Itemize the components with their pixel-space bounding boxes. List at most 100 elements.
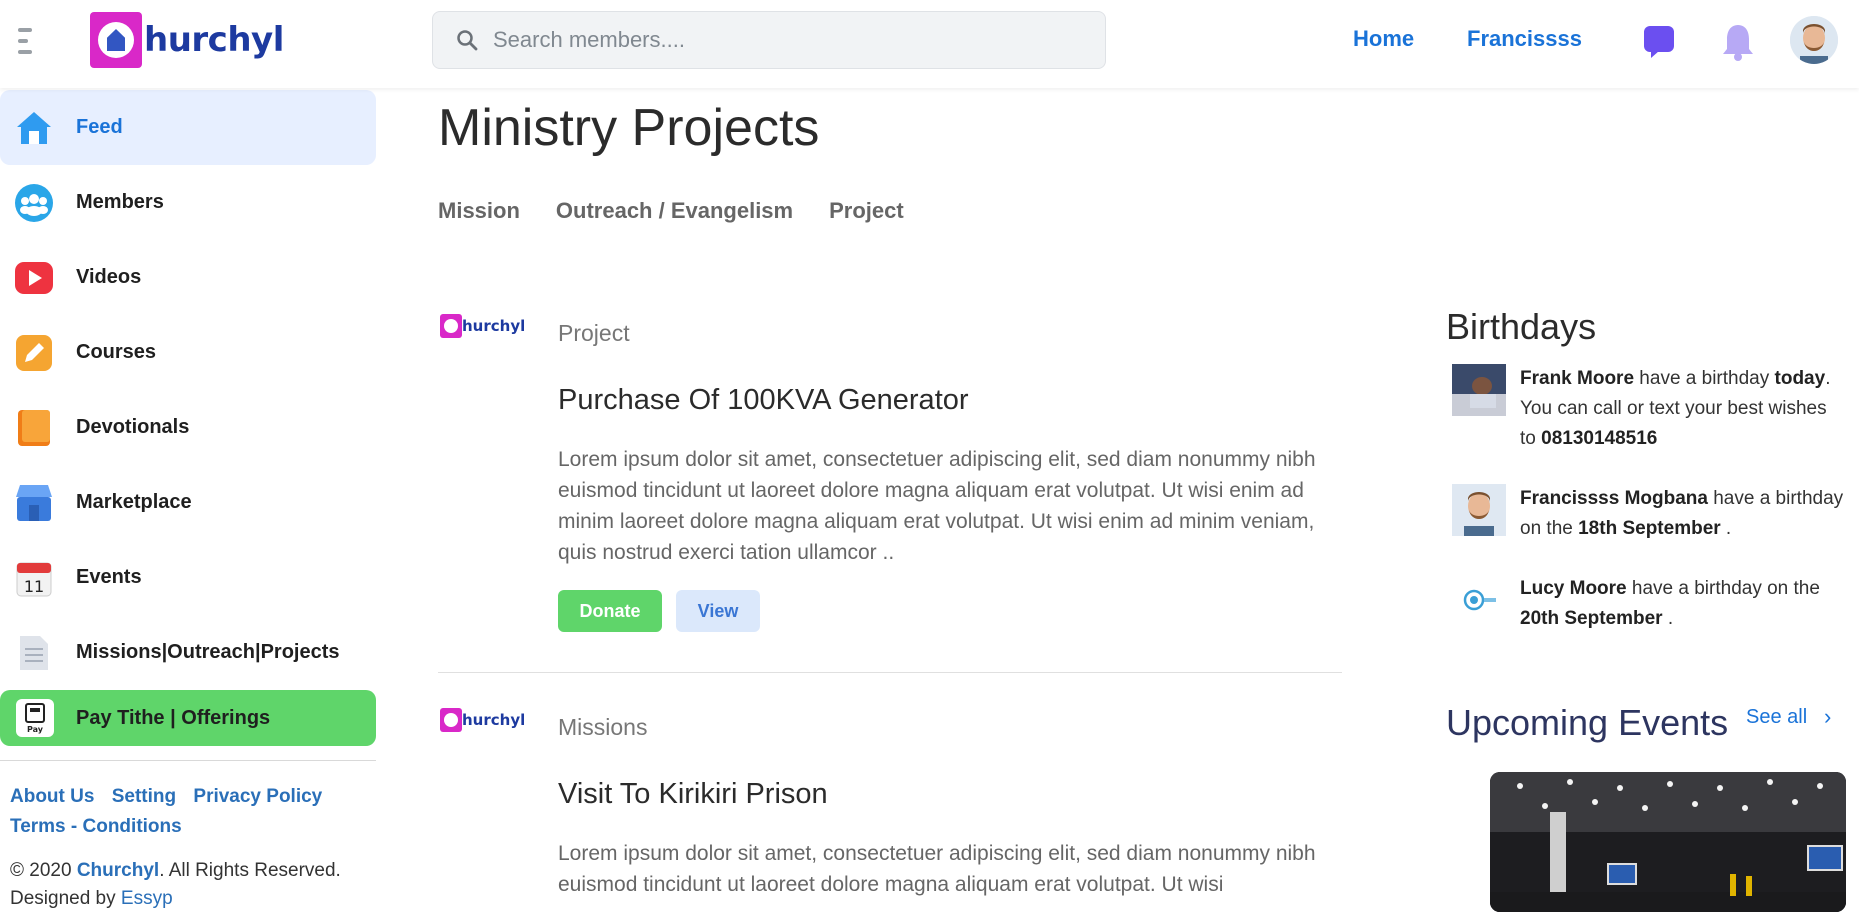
birthday-text: Frank Moore have a birthday today. You c… bbox=[1520, 364, 1844, 454]
sidebar-item-label: Courses bbox=[76, 341, 157, 363]
card-logo-mark-icon bbox=[440, 708, 462, 732]
designed-by-prefix: Designed by bbox=[10, 888, 116, 909]
sidebar-item-label: Feed bbox=[76, 116, 123, 138]
birthday-photo[interactable] bbox=[1452, 364, 1506, 416]
sidebar-item-courses[interactable]: Courses bbox=[0, 315, 376, 390]
members-icon bbox=[14, 183, 54, 223]
document-icon bbox=[14, 633, 54, 673]
birthday-item: Lucy Moore have a birthday on the 20th S… bbox=[1452, 574, 1842, 636]
card-logo-text: hurchyl bbox=[462, 711, 526, 729]
project-card: hurchyl Missions Visit To Kirikiri Priso… bbox=[438, 708, 1342, 904]
pencil-icon bbox=[14, 333, 54, 373]
birthday-photo[interactable] bbox=[1452, 484, 1506, 536]
birthday-name: Lucy Moore bbox=[1520, 578, 1627, 599]
home-icon bbox=[14, 108, 54, 148]
copyright: © 2020 Churchyl. All Rights Reserved. bbox=[10, 860, 341, 882]
view-button[interactable]: View bbox=[676, 590, 760, 632]
pay-tithe-button[interactable]: Pay Pay Tithe | Offerings bbox=[0, 690, 376, 746]
card-actions: Donate View bbox=[558, 590, 760, 632]
search-input[interactable] bbox=[493, 27, 1073, 53]
setting-link[interactable]: Setting bbox=[112, 786, 176, 807]
privacy-policy-link[interactable]: Privacy Policy bbox=[193, 786, 322, 807]
birthdays-title: Birthdays bbox=[1446, 306, 1597, 347]
card-title[interactable]: Visit To Kirikiri Prison bbox=[558, 778, 828, 811]
birthday-text-2: . bbox=[1720, 518, 1732, 539]
calendar-icon: 11 bbox=[14, 558, 54, 598]
birthday-phone: 08130148516 bbox=[1541, 428, 1658, 449]
see-all-link[interactable]: See all bbox=[1746, 706, 1807, 729]
card-divider bbox=[438, 672, 1342, 673]
birthday-text: Francissss Mogbana have a birthday on th… bbox=[1520, 484, 1844, 544]
logo-text: hurchyl bbox=[144, 20, 284, 60]
shop-icon bbox=[14, 483, 54, 523]
nav-profile-link[interactable]: Francissss bbox=[1467, 26, 1582, 52]
card-category: Missions bbox=[558, 714, 648, 740]
chat-icon[interactable] bbox=[1639, 22, 1679, 62]
sidebar-item-devotionals[interactable]: Devotionals bbox=[0, 390, 376, 465]
page-title: Ministry Projects bbox=[438, 99, 820, 157]
user-avatar[interactable] bbox=[1790, 16, 1838, 64]
menu-toggle-icon[interactable] bbox=[18, 28, 38, 56]
birthday-text: Lucy Moore have a birthday on the 20th S… bbox=[1520, 574, 1844, 634]
event-image[interactable] bbox=[1490, 772, 1846, 912]
sidebar-item-members[interactable]: Members bbox=[0, 165, 376, 240]
book-icon bbox=[14, 408, 54, 448]
project-tabs: Mission Outreach / Evangelism Project bbox=[438, 198, 940, 224]
birthday-item: Frank Moore have a birthday today. You c… bbox=[1452, 364, 1842, 454]
pay-icon-text: Pay bbox=[27, 725, 44, 734]
card-logo: hurchyl bbox=[440, 314, 525, 338]
tab-project[interactable]: Project bbox=[829, 198, 904, 224]
card-category: Project bbox=[558, 320, 630, 346]
designed-by: Designed by Essyp bbox=[10, 888, 173, 910]
sidebar-item-label: Members bbox=[76, 191, 164, 213]
search-bar[interactable] bbox=[432, 11, 1106, 69]
sidebar-item-videos[interactable]: Videos bbox=[0, 240, 376, 315]
sidebar-item-label: Marketplace bbox=[76, 491, 192, 513]
logo-mark-icon bbox=[90, 12, 142, 68]
birthday-date: today bbox=[1774, 368, 1826, 389]
birthday-text-2: . bbox=[1662, 608, 1674, 629]
birthday-text-1: have a birthday bbox=[1634, 368, 1775, 389]
video-play-icon bbox=[14, 258, 54, 298]
sidebar-item-events[interactable]: 11 Events bbox=[0, 540, 376, 615]
sidebar-item-label: Events bbox=[76, 566, 142, 588]
birthday-item: Francissss Mogbana have a birthday on th… bbox=[1452, 484, 1844, 546]
sidebar: Feed Members Videos Courses Devotionals … bbox=[0, 88, 376, 909]
birthday-date: 20th September bbox=[1520, 608, 1663, 629]
card-logo-text: hurchyl bbox=[462, 317, 526, 335]
designer-link[interactable]: Essyp bbox=[121, 888, 173, 909]
birthday-name: Frank Moore bbox=[1520, 368, 1635, 389]
sidebar-item-label: Missions|Outreach|Projects bbox=[76, 641, 340, 663]
sidebar-item-label: Videos bbox=[76, 266, 142, 288]
copyright-prefix: © 2020 bbox=[10, 860, 72, 881]
copyright-suffix: . All Rights Reserved. bbox=[159, 860, 341, 881]
sidebar-item-label: Devotionals bbox=[76, 416, 190, 438]
about-us-link[interactable]: About Us bbox=[10, 786, 94, 807]
notification-bell-icon[interactable] bbox=[1718, 22, 1758, 62]
nav-home-link[interactable]: Home bbox=[1353, 26, 1414, 52]
pay-button-label: Pay Tithe | Offerings bbox=[76, 706, 271, 729]
sidebar-divider bbox=[0, 760, 376, 761]
sidebar-item-feed[interactable]: Feed bbox=[0, 90, 376, 165]
top-header: hurchyl Home Francissss bbox=[0, 0, 1859, 88]
card-logo-mark-icon bbox=[440, 314, 462, 338]
calendar-day: 11 bbox=[24, 577, 44, 596]
sidebar-item-missions[interactable]: Missions|Outreach|Projects bbox=[0, 615, 376, 690]
terms-conditions-link[interactable]: Terms - Conditions bbox=[10, 816, 182, 837]
churchyl-logo[interactable]: hurchyl bbox=[90, 12, 284, 68]
birthday-photo[interactable] bbox=[1452, 574, 1506, 626]
project-card: hurchyl Project Purchase Of 100KVA Gener… bbox=[438, 314, 1342, 644]
footer-links: About Us Setting Privacy Policy Terms - … bbox=[10, 782, 370, 842]
pay-icon: Pay bbox=[16, 699, 54, 737]
card-description: Lorem ipsum dolor sit amet, consectetuer… bbox=[558, 842, 1316, 896]
donate-button[interactable]: Donate bbox=[558, 590, 662, 632]
sidebar-item-marketplace[interactable]: Marketplace bbox=[0, 465, 376, 540]
card-logo: hurchyl bbox=[440, 708, 525, 732]
chevron-right-icon[interactable]: › bbox=[1824, 704, 1831, 730]
search-icon bbox=[457, 30, 478, 51]
tab-mission[interactable]: Mission bbox=[438, 198, 520, 224]
tab-outreach[interactable]: Outreach / Evangelism bbox=[556, 198, 793, 224]
birthday-date: 18th September bbox=[1578, 518, 1721, 539]
card-title[interactable]: Purchase Of 100KVA Generator bbox=[558, 384, 969, 417]
card-description: Lorem ipsum dolor sit amet, consectetuer… bbox=[558, 448, 1316, 564]
